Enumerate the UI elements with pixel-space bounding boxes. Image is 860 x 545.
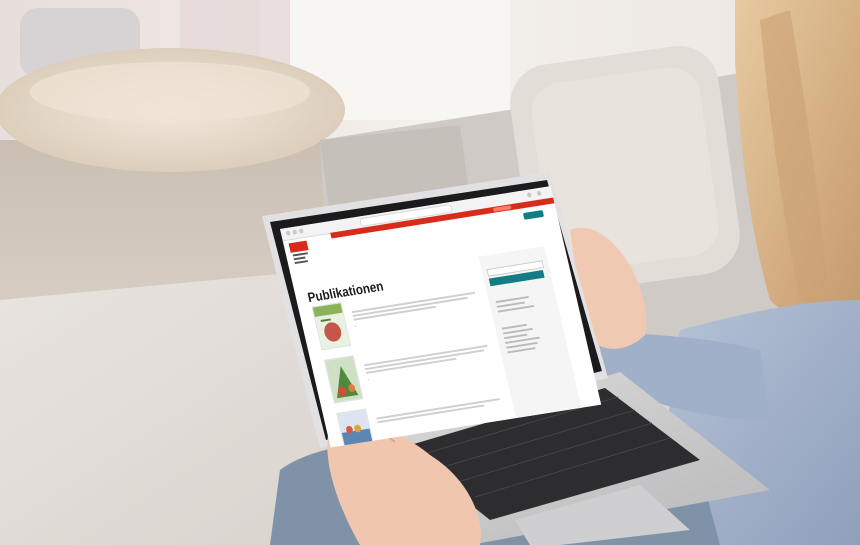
publication-link[interactable]: › bbox=[355, 323, 357, 328]
publication-cover bbox=[311, 302, 352, 351]
publication-cover bbox=[323, 355, 364, 404]
nav-item-3[interactable] bbox=[398, 233, 399, 239]
nav-item-4[interactable] bbox=[410, 231, 411, 237]
site-nav bbox=[375, 229, 422, 242]
tabs-icon[interactable] bbox=[536, 190, 542, 197]
minimize-icon[interactable] bbox=[292, 229, 298, 235]
sidebar-option[interactable] bbox=[507, 347, 536, 354]
laptop-screen: Publikationen › › bbox=[280, 186, 602, 448]
share-icon[interactable] bbox=[526, 192, 532, 198]
maximize-icon[interactable] bbox=[298, 228, 304, 234]
site-logo bbox=[288, 240, 309, 265]
close-icon[interactable] bbox=[285, 230, 291, 236]
publication-link[interactable]: › bbox=[367, 377, 369, 382]
nav-action-button[interactable] bbox=[522, 210, 545, 220]
nav-item-2[interactable] bbox=[387, 235, 388, 241]
nav-item-1[interactable] bbox=[375, 237, 376, 243]
